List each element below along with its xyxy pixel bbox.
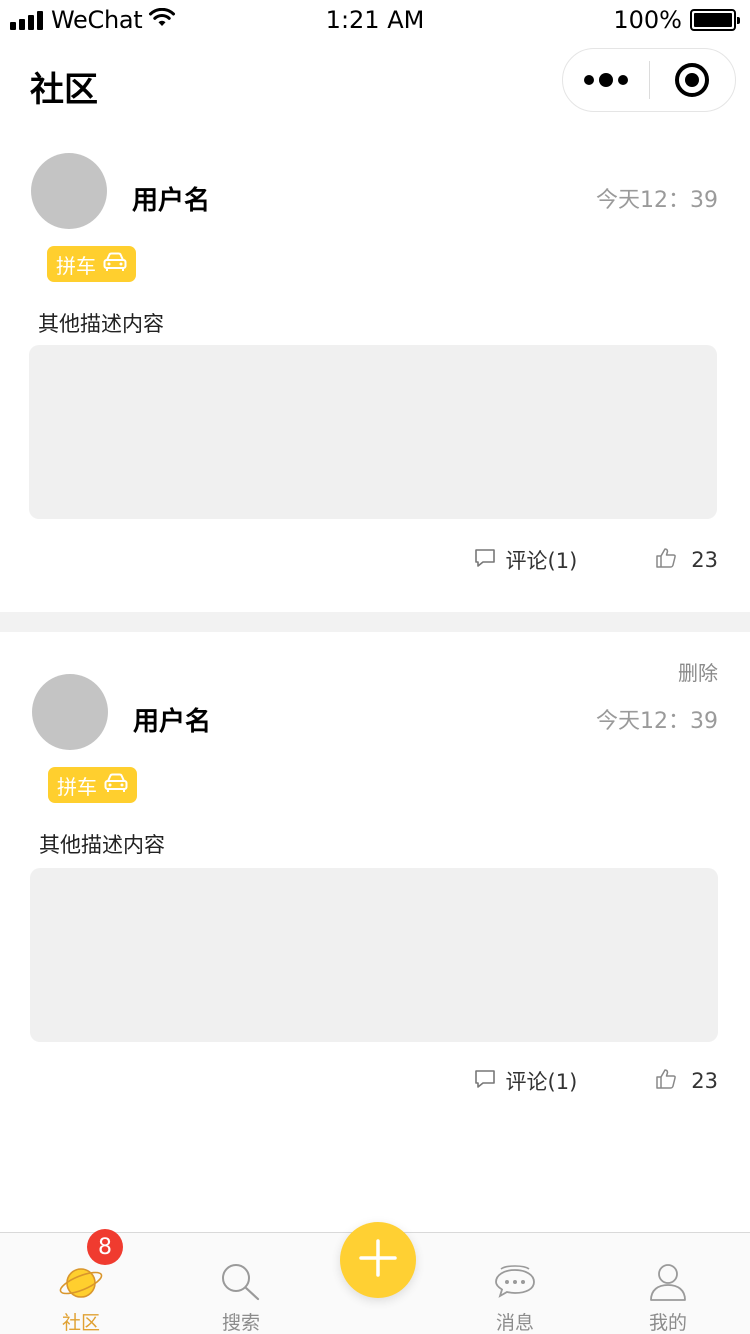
avatar[interactable] <box>32 674 108 750</box>
category-tag: 拼车 <box>48 767 137 803</box>
comment-label: 评论(1) <box>505 549 578 573</box>
user-icon <box>645 1249 691 1302</box>
nav-bar: 社区 <box>0 40 750 126</box>
delete-button[interactable]: 删除 <box>678 657 718 686</box>
post-card[interactable]: 用户名 今天12：39 拼车 其他描述内容 评论(1) 23 <box>0 126 750 612</box>
post-card[interactable]: 删除 用户名 今天12：39 拼车 其他描述内容 评论(1) 23 <box>0 632 750 1108</box>
add-post-button[interactable] <box>340 1222 416 1298</box>
page-title: 社区 <box>30 70 98 110</box>
post-description: 其他描述内容 <box>39 833 165 857</box>
notification-badge: 8 <box>87 1229 123 1265</box>
comment-button[interactable]: 评论(1) <box>474 1066 578 1096</box>
comment-button[interactable]: 评论(1) <box>474 545 578 575</box>
close-target-icon[interactable] <box>650 48 736 112</box>
comment-icon <box>474 547 496 574</box>
tab-label: 搜索 <box>221 1312 260 1334</box>
like-button[interactable]: 23 <box>655 547 718 574</box>
comment-icon <box>474 1068 496 1095</box>
category-tag: 拼车 <box>47 246 136 282</box>
car-icon <box>102 251 128 278</box>
post-separator <box>0 612 750 632</box>
tab-mine[interactable]: 我的 <box>608 1233 728 1334</box>
tab-community[interactable]: 社区 8 <box>21 1229 141 1334</box>
username[interactable]: 用户名 <box>132 180 210 217</box>
tab-label: 社区 <box>61 1312 100 1334</box>
post-media-placeholder[interactable] <box>29 345 717 519</box>
status-bar: WeChat 1:21 AM 100% <box>0 0 750 40</box>
avatar[interactable] <box>31 153 107 229</box>
like-button[interactable]: 23 <box>655 1068 718 1095</box>
username[interactable]: 用户名 <box>133 701 211 738</box>
post-actions: 评论(1) 23 <box>474 1066 718 1096</box>
tag-label: 拼车 <box>57 774 97 799</box>
tab-search[interactable]: 搜索 <box>181 1233 301 1334</box>
status-right: 100% <box>613 6 740 34</box>
post-time: 今天12：39 <box>596 709 718 734</box>
car-icon <box>103 772 129 799</box>
plus-icon <box>358 1238 398 1282</box>
chat-icon <box>492 1249 538 1302</box>
battery-percent: 100% <box>613 6 682 34</box>
tab-messages[interactable]: 消息 <box>455 1233 575 1334</box>
search-icon <box>218 1249 264 1302</box>
post-actions: 评论(1) 23 <box>474 545 718 575</box>
thumbs-up-icon <box>655 547 677 574</box>
battery-icon <box>690 9 740 31</box>
tag-label: 拼车 <box>56 253 96 278</box>
mini-program-capsule <box>562 48 736 112</box>
post-media-placeholder[interactable] <box>30 868 718 1042</box>
tab-label: 消息 <box>495 1312 534 1334</box>
like-count: 23 <box>691 1069 718 1093</box>
post-description: 其他描述内容 <box>38 312 164 336</box>
like-count: 23 <box>691 548 718 572</box>
comment-label: 评论(1) <box>505 1070 578 1094</box>
post-time: 今天12：39 <box>596 188 718 213</box>
thumbs-up-icon <box>655 1068 677 1095</box>
tab-label: 我的 <box>648 1312 687 1334</box>
more-icon[interactable] <box>563 48 649 112</box>
